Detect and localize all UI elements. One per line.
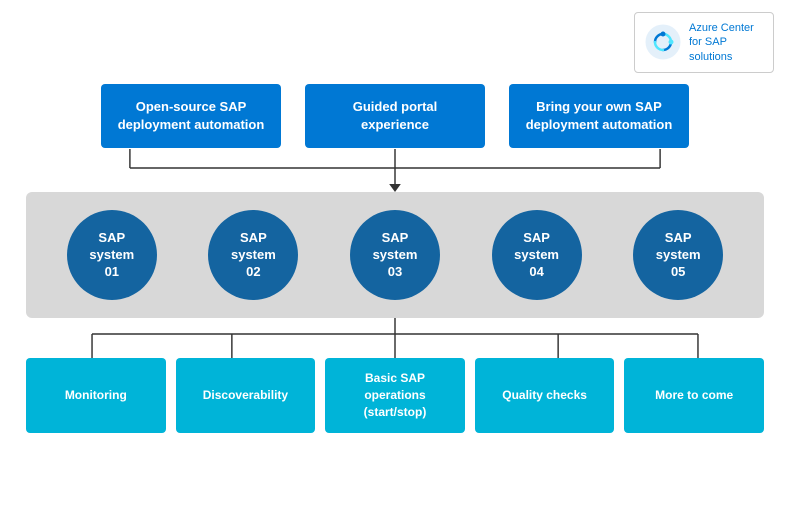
middle-band: SAPsystem01 SAPsystem02 SAPsystem03 SAPs… (26, 192, 764, 318)
page-container: Azure Center for SAP solutions Open-sour… (0, 0, 790, 532)
azure-badge: Azure Center for SAP solutions (634, 12, 774, 73)
top-box-bringyourown: Bring your own SAP deployment automation (509, 84, 689, 148)
top-box-opensource: Open-source SAP deployment automation (101, 84, 281, 148)
sap-circle-04-label: SAPsystem04 (514, 230, 559, 281)
sap-circle-05: SAPsystem05 (633, 210, 723, 300)
azure-logo-icon (645, 24, 681, 60)
top-box-guided: Guided portal experience (305, 84, 485, 148)
sap-circle-03: SAPsystem03 (350, 210, 440, 300)
azure-badge-label: Azure Center for SAP solutions (689, 21, 754, 64)
bottom-box-monitoring: Monitoring (26, 358, 166, 432)
top-connector-svg (26, 148, 764, 192)
sap-circle-01-label: SAPsystem01 (89, 230, 134, 281)
sap-circle-02-label: SAPsystem02 (231, 230, 276, 281)
top-row: Open-source SAP deployment automation Gu… (16, 84, 774, 148)
bottom-box-quality-checks: Quality checks (475, 358, 615, 432)
sap-circle-05-label: SAPsystem05 (656, 230, 701, 281)
sap-circle-04: SAPsystem04 (492, 210, 582, 300)
bottom-row: Monitoring Discoverability Basic SAP ope… (26, 358, 764, 432)
sap-circle-02: SAPsystem02 (208, 210, 298, 300)
bottom-connectors (26, 318, 764, 358)
bottom-connector-svg (26, 318, 764, 358)
bottom-box-discoverability: Discoverability (176, 358, 316, 432)
bottom-box-more-to-come: More to come (624, 358, 764, 432)
sap-circle-03-label: SAPsystem03 (373, 230, 418, 281)
bottom-box-basic-sap: Basic SAP operations (start/stop) (325, 358, 465, 432)
top-connectors (26, 148, 764, 192)
sap-circle-01: SAPsystem01 (67, 210, 157, 300)
